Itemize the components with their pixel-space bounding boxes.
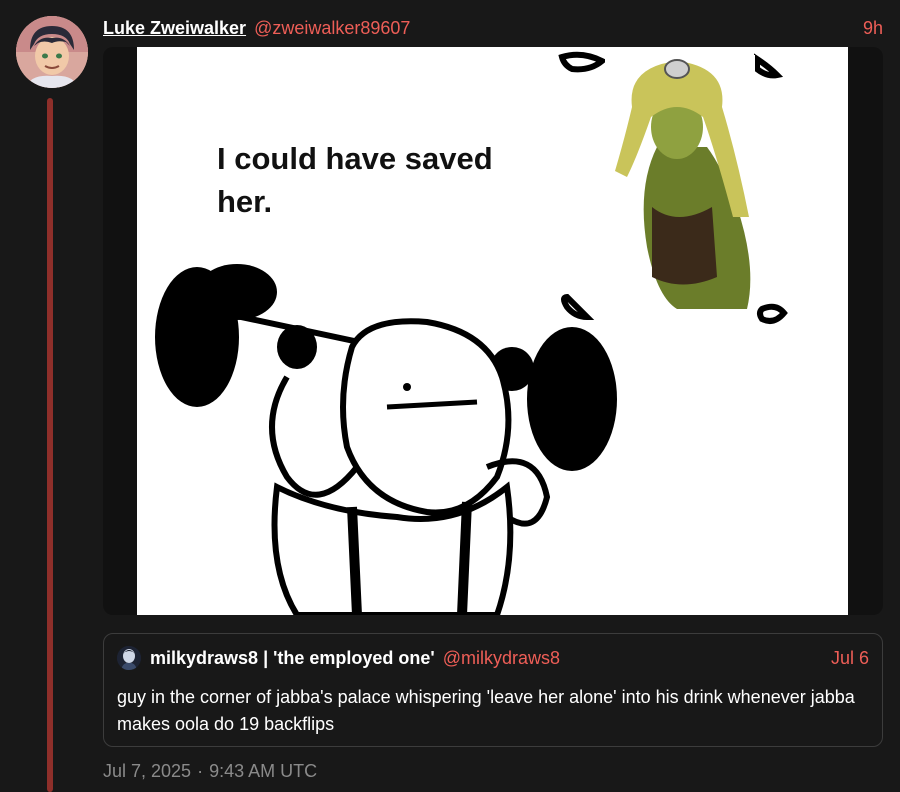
caption-line-2: her.: [217, 184, 273, 219]
media-frame: I could have saved her.: [103, 47, 883, 615]
quote-avatar-illustration: [117, 646, 141, 670]
quote-author-handle[interactable]: @milkydraws8: [443, 648, 560, 669]
post-timestamp: Jul 7, 2025 · 9:43 AM UTC: [103, 759, 317, 783]
quote-author-name[interactable]: milkydraws8 | 'the employed one': [150, 648, 435, 669]
author-avatar[interactable]: [16, 16, 88, 88]
author-handle[interactable]: @zweiwalker89607: [254, 18, 410, 39]
thread-line: [47, 98, 53, 792]
post-time[interactable]: 9h: [863, 18, 883, 39]
avatar-illustration: [16, 16, 88, 88]
footer-time: 9:43 AM UTC: [209, 760, 318, 781]
meme-drawing: [155, 51, 788, 615]
author-name[interactable]: Luke Zweiwalker: [103, 18, 246, 39]
quoted-post[interactable]: milkydraws8 | 'the employed one' @milkyd…: [103, 633, 883, 747]
footer-date: Jul 7, 2025: [103, 760, 192, 781]
post-header: Luke Zweiwalker @zweiwalker89607 9h: [103, 16, 883, 40]
meme-caption: I could have saved her.: [217, 137, 557, 223]
quote-date[interactable]: Jul 6: [831, 648, 869, 669]
quote-text: guy in the corner of jabba's palace whis…: [117, 687, 855, 734]
caption-line-1: I could have saved: [217, 141, 493, 176]
footer-separator: ·: [197, 760, 204, 781]
quote-header: milkydraws8 | 'the employed one' @milkyd…: [117, 646, 869, 670]
meme-image[interactable]: I could have saved her.: [137, 47, 848, 615]
quote-author-avatar[interactable]: [117, 646, 141, 670]
